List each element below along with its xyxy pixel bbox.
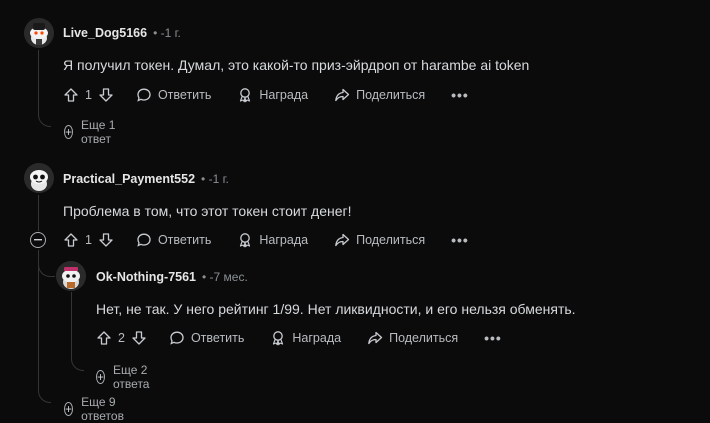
arrow-down-icon[interactable] xyxy=(98,87,114,103)
comment-actions: 1 Ответить Награда Поделиться ••• xyxy=(63,85,469,105)
award-label: Награда xyxy=(292,331,342,345)
share-arrow-icon xyxy=(335,233,350,247)
comment-bubble-icon xyxy=(137,88,151,102)
share-button[interactable]: Поделиться xyxy=(334,232,425,248)
more-options-button[interactable]: ••• xyxy=(451,232,469,248)
comment-text: Проблема в том, что этот токен стоит ден… xyxy=(63,203,352,219)
reply-label: Ответить xyxy=(157,88,212,102)
avatar[interactable] xyxy=(24,163,54,193)
comment-text: Нет, не так. У него рейтинг 1/99. Нет ли… xyxy=(96,301,576,317)
share-label: Поделиться xyxy=(389,331,459,345)
timestamp: • -1 г. xyxy=(201,172,229,186)
thread-line-1 xyxy=(38,50,39,116)
reply-label: Ответить xyxy=(157,233,212,247)
more-replies-label: Еще 9 ответов xyxy=(81,395,124,423)
comment-actions: 1 Ответить Награда Поделиться ••• xyxy=(63,230,469,250)
plus-circle-icon: + xyxy=(64,125,74,139)
vote-count: 2 xyxy=(118,331,125,345)
share-button[interactable]: Поделиться xyxy=(334,87,425,103)
award-button[interactable]: Награда xyxy=(270,330,341,346)
snoo-avatar-icon xyxy=(56,261,86,291)
award-icon xyxy=(240,88,251,103)
arrow-down-icon[interactable] xyxy=(98,232,114,248)
arrow-up-icon[interactable] xyxy=(96,330,112,346)
username[interactable]: Live_Dog5166 xyxy=(63,26,147,40)
vote-group: 2 xyxy=(96,330,147,346)
share-arrow-icon xyxy=(335,88,350,102)
minus-circle-icon[interactable] xyxy=(30,232,46,248)
thread-line-2 xyxy=(38,195,39,231)
reply-button[interactable]: Ответить xyxy=(169,330,244,346)
more-replies-label: Еще 2 ответа xyxy=(113,363,150,391)
arrow-up-icon[interactable] xyxy=(63,87,79,103)
timestamp: • -7 мес. xyxy=(202,270,248,284)
snoo-avatar-icon xyxy=(24,163,54,193)
thread-curve-3 xyxy=(71,352,84,371)
reply-label: Ответить xyxy=(190,331,245,345)
comment-bubble-icon xyxy=(137,233,151,247)
award-icon xyxy=(240,233,251,248)
thread-curve-2-reply xyxy=(38,256,55,277)
reply-button[interactable]: Ответить xyxy=(136,87,211,103)
award-button[interactable]: Награда xyxy=(237,232,308,248)
share-arrow-icon xyxy=(368,331,383,345)
vote-count: 1 xyxy=(85,233,92,247)
more-options-button[interactable]: ••• xyxy=(451,87,469,103)
arrow-down-icon[interactable] xyxy=(131,330,147,346)
thread-curve-1 xyxy=(38,110,51,127)
avatar[interactable] xyxy=(24,18,54,48)
reply-button[interactable]: Ответить xyxy=(136,232,211,248)
comment-actions: 2 Ответить Награда Поделиться ••• xyxy=(96,328,502,348)
thread-curve-2-more xyxy=(38,386,51,403)
award-label: Награда xyxy=(259,88,309,102)
more-options-button[interactable]: ••• xyxy=(484,330,502,346)
more-replies-link[interactable]: + Еще 2 ответа xyxy=(96,363,154,391)
comment-text: Я получил токен. Думал, это какой-то при… xyxy=(63,57,530,73)
arrow-up-icon[interactable] xyxy=(63,232,79,248)
timestamp: • -1 г. xyxy=(153,26,181,40)
plus-circle-icon: + xyxy=(96,370,106,384)
plus-circle-icon: + xyxy=(64,402,74,416)
vote-count: 1 xyxy=(85,88,92,102)
more-replies-link[interactable]: + Еще 1 ответ xyxy=(64,118,116,146)
share-label: Поделиться xyxy=(356,88,426,102)
more-replies-label: Еще 1 ответ xyxy=(81,118,116,146)
username[interactable]: Ok-Nothing-7561 xyxy=(96,270,196,284)
thread-line-3 xyxy=(71,292,72,358)
award-icon xyxy=(273,331,284,346)
snoo-avatar-icon xyxy=(24,18,54,48)
award-button[interactable]: Награда xyxy=(237,87,308,103)
share-label: Поделиться xyxy=(356,233,426,247)
vote-group: 1 xyxy=(63,232,114,248)
avatar[interactable] xyxy=(56,261,86,291)
comment-bubble-icon xyxy=(170,331,184,345)
vote-group: 1 xyxy=(63,87,114,103)
share-button[interactable]: Поделиться xyxy=(367,330,458,346)
username[interactable]: Practical_Payment552 xyxy=(63,172,195,186)
award-label: Награда xyxy=(259,233,309,247)
more-replies-link[interactable]: + Еще 9 ответов xyxy=(64,395,129,423)
